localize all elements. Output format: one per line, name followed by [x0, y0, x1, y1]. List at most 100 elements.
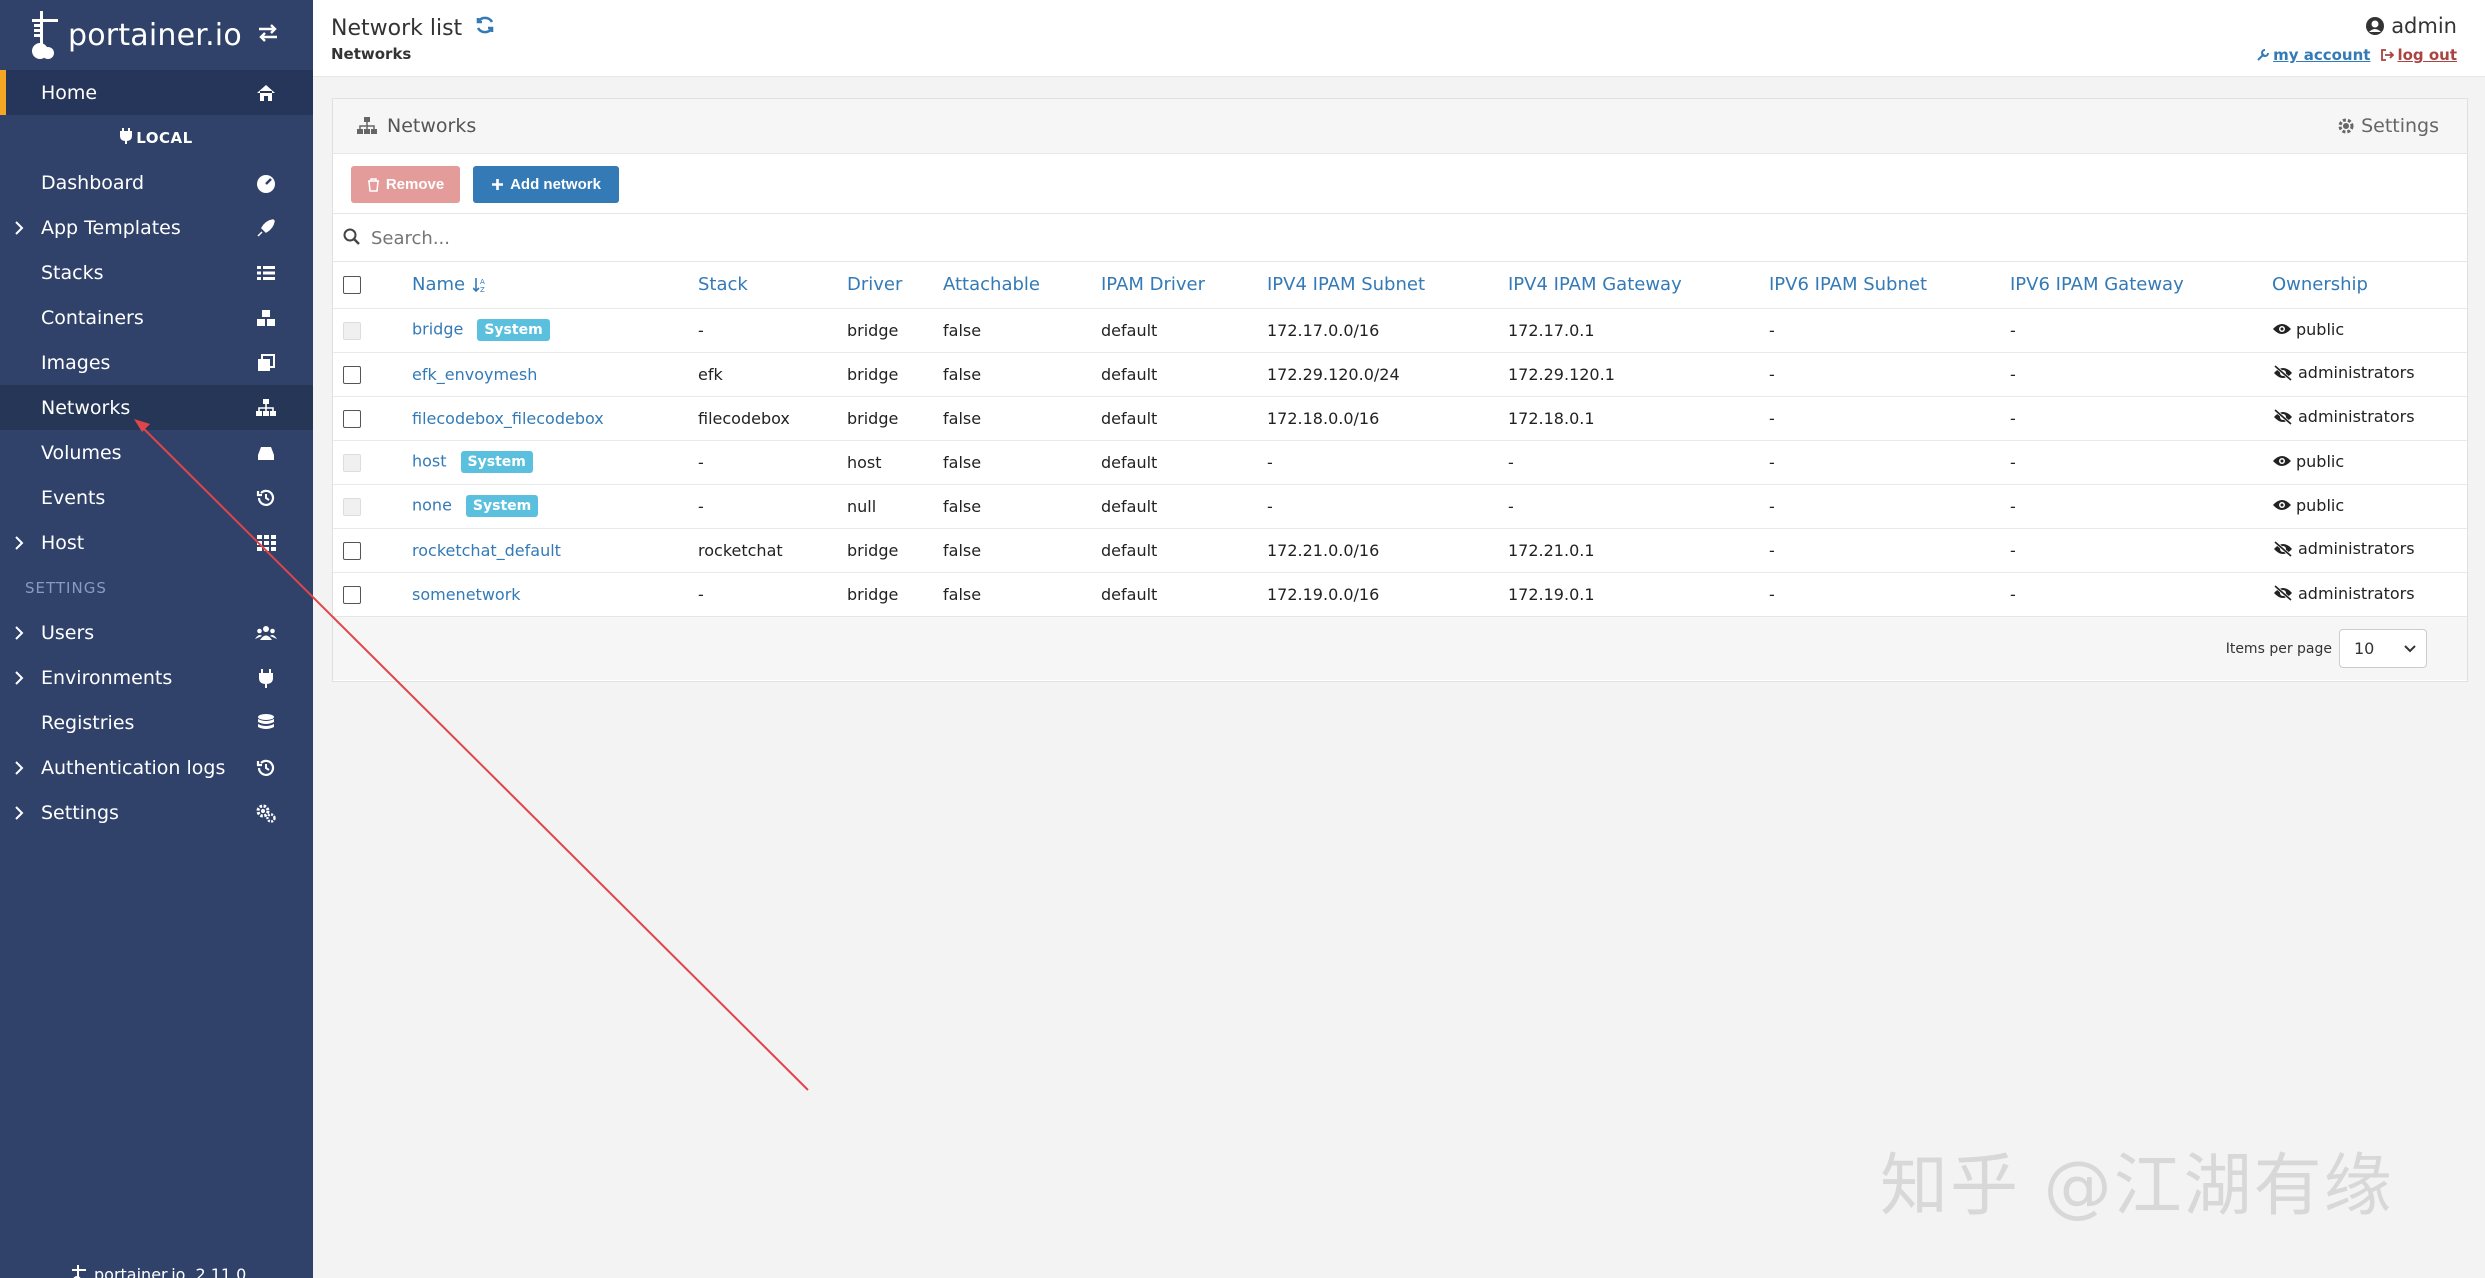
log-out-label: log out [2397, 46, 2457, 64]
sidebar-item-authentication-logs[interactable]: Authentication logs [0, 745, 313, 790]
row-checkbox[interactable] [343, 365, 361, 384]
settings-section-title: SETTINGS [25, 578, 107, 597]
portainer-small-logo-icon [72, 1265, 86, 1278]
sidebar-item-label: Events [41, 486, 106, 509]
items-per-page-select[interactable]: 10 [2339, 629, 2427, 668]
column-header-ownership[interactable]: Ownership [2272, 262, 2467, 308]
sidebar-item-environments[interactable]: Environments [0, 655, 313, 700]
user-area: admin my account log out [2256, 14, 2457, 64]
table-row[interactable]: efk_envoymesh efk bridge false default 172.29… [333, 352, 2467, 396]
select-all-checkbox[interactable] [343, 276, 361, 295]
sidebar-item-networks[interactable]: Networks [0, 385, 313, 430]
remove-label: Remove [385, 176, 445, 193]
items-per-page-value: 10 [2354, 639, 2375, 658]
sidebar-item-label: Host [41, 531, 85, 554]
sidebar-item-images[interactable]: Images [0, 340, 313, 385]
attachable-cell: false [943, 408, 982, 428]
driver-cell: bridge [847, 584, 899, 604]
row-checkbox[interactable] [343, 409, 361, 428]
ipam-driver-cell: default [1101, 540, 1158, 560]
ownership-cell: administrators [2272, 528, 2467, 572]
column-header-stack[interactable]: Stack [698, 262, 847, 308]
table-row[interactable]: host System - host false default - - - - public [333, 440, 2467, 484]
attachable-cell: false [943, 584, 982, 604]
log-out-link[interactable]: log out [2380, 46, 2457, 64]
eye-icon [2273, 500, 2291, 511]
sidebar: portainer.io Home LOCAL Dashboard App Tem… [0, 0, 313, 1278]
table-row[interactable]: rocketchat_default rocketchat bridge false d… [333, 528, 2467, 572]
network-name-link[interactable]: somenetwork [412, 585, 521, 604]
my-account-link[interactable]: my account [2256, 46, 2370, 64]
sidebar-item-dashboard[interactable]: Dashboard [0, 160, 313, 205]
table-row[interactable]: somenetwork - bridge false default 172.19.0.0… [333, 572, 2467, 616]
sidebar-item-home[interactable]: Home [0, 70, 313, 115]
ipv6-subnet-cell: - [1769, 540, 1775, 560]
search-input[interactable] [371, 224, 1171, 252]
sidebar-item-containers[interactable]: Containers [0, 295, 313, 340]
ipv6-gateway-cell: - [2010, 496, 2016, 516]
tachometer-icon [255, 172, 277, 194]
sidebar-item-registries[interactable]: Registries [0, 700, 313, 745]
items-per-page-label: Items per page [2225, 641, 2332, 657]
remove-button[interactable]: Remove [351, 166, 460, 203]
table-footer: Items per page 10 [333, 616, 2467, 680]
network-name-link[interactable]: bridge [412, 320, 463, 339]
table-row[interactable]: bridge System - bridge false default 172.17.0.… [333, 308, 2467, 352]
table-row[interactable]: filecodebox_filecodebox filecodebox bridge… [333, 396, 2467, 440]
network-name-link[interactable]: host [412, 452, 447, 471]
sidebar-item-users[interactable]: Users [0, 610, 313, 655]
ownership-cell: administrators [2272, 352, 2467, 396]
sidebar-item-events[interactable]: Events [0, 475, 313, 520]
column-header-ipv4-subnet[interactable]: IPV4 IPAM Subnet [1267, 262, 1508, 308]
network-name-link[interactable]: none [412, 496, 452, 515]
table-settings-button[interactable]: Settings [2337, 115, 2439, 137]
my-account-label: my account [2273, 46, 2371, 64]
add-network-button[interactable]: Add network [473, 166, 619, 203]
refresh-icon[interactable] [474, 14, 496, 42]
driver-cell: bridge [847, 408, 899, 428]
sidebar-item-volumes[interactable]: Volumes [0, 430, 313, 475]
sidebar-item-host[interactable]: Host [0, 520, 313, 565]
add-network-label: Add network [510, 176, 601, 193]
sidebar-item-stacks[interactable]: Stacks [0, 250, 313, 295]
eye-slash-icon [2274, 364, 2292, 381]
network-name-link[interactable]: efk_envoymesh [412, 365, 537, 384]
sidebar-item-settings[interactable]: Settings [0, 790, 313, 835]
column-header-ipam-driver[interactable]: IPAM Driver [1101, 262, 1267, 308]
brand[interactable]: portainer.io [0, 0, 313, 70]
row-checkbox[interactable] [343, 541, 361, 560]
chevron-down-icon [2404, 645, 2416, 653]
ownership-label: administrators [2298, 407, 2415, 427]
attachable-cell: false [943, 320, 982, 340]
footer-version: portainer.io 2.11.0 [70, 1264, 246, 1278]
ipv4-subnet-cell: 172.18.0.0/16 [1267, 408, 1380, 428]
sidebar-item-label: App Templates [41, 216, 181, 239]
page-title: Network list [331, 14, 496, 42]
search-bar [333, 214, 2467, 262]
column-header-ipv6-gateway[interactable]: IPV6 IPAM Gateway [2010, 262, 2272, 308]
column-header-ipv6-subnet[interactable]: IPV6 IPAM Subnet [1769, 262, 2010, 308]
ipv6-subnet-cell: - [1769, 320, 1775, 340]
sidebar-item-label: Users [41, 621, 95, 644]
ipam-driver-cell: default [1101, 452, 1158, 472]
footer-brand: portainer.io [94, 1264, 186, 1278]
network-name-link[interactable]: filecodebox_filecodebox [412, 409, 604, 428]
sidebar-item-label: Settings [41, 801, 119, 824]
ipam-driver-cell: default [1101, 408, 1158, 428]
sidebar-item-label: Dashboard [41, 171, 145, 194]
ownership-cell: public [2272, 484, 2467, 528]
toggle-sidebar-icon[interactable] [257, 22, 279, 48]
column-header-name[interactable]: Name AZ [412, 262, 698, 308]
network-name-link[interactable]: rocketchat_default [412, 541, 561, 560]
row-checkbox[interactable] [343, 586, 361, 604]
row-checkbox [343, 497, 361, 516]
ownership-cell: public [2272, 308, 2467, 352]
sidebar-item-label: Containers [41, 306, 144, 329]
column-header-attachable[interactable]: Attachable [943, 262, 1101, 308]
column-header-driver[interactable]: Driver [847, 262, 943, 308]
sidebar-item-app-templates[interactable]: App Templates [0, 205, 313, 250]
svg-text:A: A [480, 278, 485, 286]
column-label: Name [412, 274, 466, 296]
column-header-ipv4-gateway[interactable]: IPV4 IPAM Gateway [1508, 262, 1769, 308]
table-row[interactable]: none System - null false default - - - - public [333, 484, 2467, 528]
